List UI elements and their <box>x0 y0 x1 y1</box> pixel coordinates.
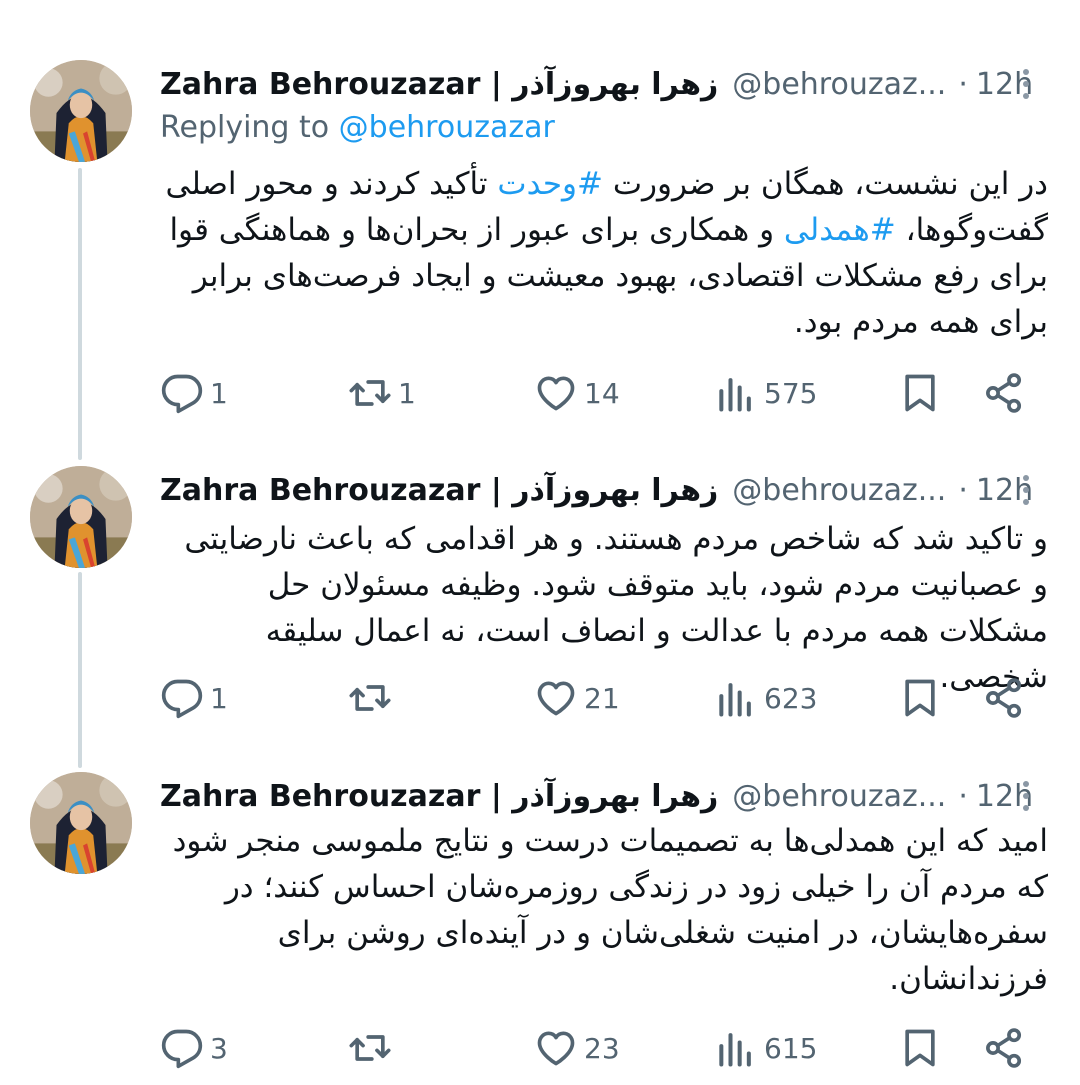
tweet[interactable]: Zahra Behrouzazar | زهرا بهروزآذر @behro… <box>0 460 1080 760</box>
share-icon <box>986 678 1022 718</box>
repost-icon <box>349 1035 391 1061</box>
author-handle[interactable]: @behrouzaz... <box>732 779 946 814</box>
views-button[interactable]: 623 <box>714 674 817 722</box>
bookmark-icon <box>905 374 935 412</box>
views-count: 623 <box>764 681 818 715</box>
hashtag-link[interactable]: #وحدت <box>497 166 603 202</box>
repost-button[interactable] <box>348 1024 398 1072</box>
repost-icon <box>349 380 391 406</box>
tweet[interactable]: Zahra Behrouzazar | زهرا بهروزآذر @behro… <box>0 0 1080 440</box>
bookmark-icon <box>905 1029 935 1067</box>
heart-icon <box>537 376 575 411</box>
action-bar: 3 23 615 <box>0 1024 1080 1072</box>
separator-dot: · <box>958 66 968 102</box>
like-button[interactable]: 21 <box>534 674 620 722</box>
repost-count: 1 <box>398 376 416 410</box>
tweet-header: Zahra Behrouzazar | زهرا بهروزآذر @behro… <box>160 468 1040 512</box>
separator-dot: · <box>958 472 968 508</box>
separator-dot: · <box>958 778 968 814</box>
views-icon <box>719 683 751 717</box>
reply-count: 3 <box>210 1031 228 1065</box>
share-button[interactable] <box>982 674 1026 722</box>
more-icon[interactable] <box>1012 66 1040 102</box>
more-icon[interactable] <box>1012 778 1040 814</box>
tweet-header: Zahra Behrouzazar | زهرا بهروزآذر @behro… <box>160 774 1040 818</box>
reply-count: 1 <box>210 376 228 410</box>
reply-icon <box>161 374 203 414</box>
replying-mention-link[interactable]: @behrouzazar <box>339 110 555 145</box>
author-handle[interactable]: @behrouzaz... <box>732 67 946 102</box>
reply-count: 1 <box>210 681 228 715</box>
like-button[interactable]: 23 <box>534 1024 620 1072</box>
replying-prefix: Replying to <box>160 110 339 145</box>
hashtag-link[interactable]: #همدلی <box>784 212 896 248</box>
tweet[interactable]: Zahra Behrouzazar | زهرا بهروزآذر @behro… <box>0 766 1080 1085</box>
repost-icon <box>349 685 391 711</box>
bookmark-button[interactable] <box>898 1024 942 1072</box>
author-name[interactable]: Zahra Behrouzazar | زهرا بهروزآذر <box>160 67 718 102</box>
reply-button[interactable]: 1 <box>160 674 228 722</box>
views-count: 615 <box>764 1031 818 1065</box>
views-button[interactable]: 575 <box>714 369 817 417</box>
views-icon <box>719 378 751 412</box>
views-count: 575 <box>764 376 818 410</box>
bookmark-button[interactable] <box>898 674 942 722</box>
like-count: 21 <box>584 681 620 715</box>
share-button[interactable] <box>982 369 1026 417</box>
author-name[interactable]: Zahra Behrouzazar | زهرا بهروزآذر <box>160 473 718 508</box>
heart-icon <box>537 1031 575 1066</box>
replying-to: Replying to @behrouzazar <box>160 110 555 145</box>
like-count: 23 <box>584 1031 620 1065</box>
avatar[interactable] <box>30 466 132 568</box>
reply-button[interactable]: 1 <box>160 369 228 417</box>
heart-icon <box>537 681 575 716</box>
action-bar: 1 21 623 <box>0 674 1080 722</box>
avatar[interactable] <box>30 60 132 162</box>
avatar[interactable] <box>30 772 132 874</box>
tweet-text: امید که این همدلی‌ها به تصمیمات درست و ن… <box>172 823 1048 997</box>
tweet-text: در این نشست، همگان بر ضرورت #وحدت تأکید … <box>160 161 1049 345</box>
reply-icon <box>161 1029 203 1069</box>
repost-button[interactable] <box>348 674 398 722</box>
tweet-text: و تاکید شد که شاخص مردم هستند. و هر اقدا… <box>184 521 1048 695</box>
author-handle[interactable]: @behrouzaz... <box>732 473 946 508</box>
tweet-header: Zahra Behrouzazar | زهرا بهروزآذر @behro… <box>160 62 1040 106</box>
reply-icon <box>161 679 203 719</box>
share-icon <box>986 1028 1022 1068</box>
views-icon <box>719 1033 751 1067</box>
bookmark-icon <box>905 679 935 717</box>
author-name[interactable]: Zahra Behrouzazar | زهرا بهروزآذر <box>160 779 718 814</box>
share-icon <box>986 373 1022 413</box>
like-button[interactable]: 14 <box>534 369 620 417</box>
repost-button[interactable]: 1 <box>348 369 416 417</box>
views-button[interactable]: 615 <box>714 1024 817 1072</box>
share-button[interactable] <box>982 1024 1026 1072</box>
like-count: 14 <box>584 376 620 410</box>
more-icon[interactable] <box>1012 472 1040 508</box>
tweet-text-segment: در این نشست، همگان بر ضرورت <box>602 166 1048 202</box>
action-bar: 1 1 14 575 <box>0 369 1080 417</box>
bookmark-button[interactable] <box>898 369 942 417</box>
reply-button[interactable]: 3 <box>160 1024 228 1072</box>
